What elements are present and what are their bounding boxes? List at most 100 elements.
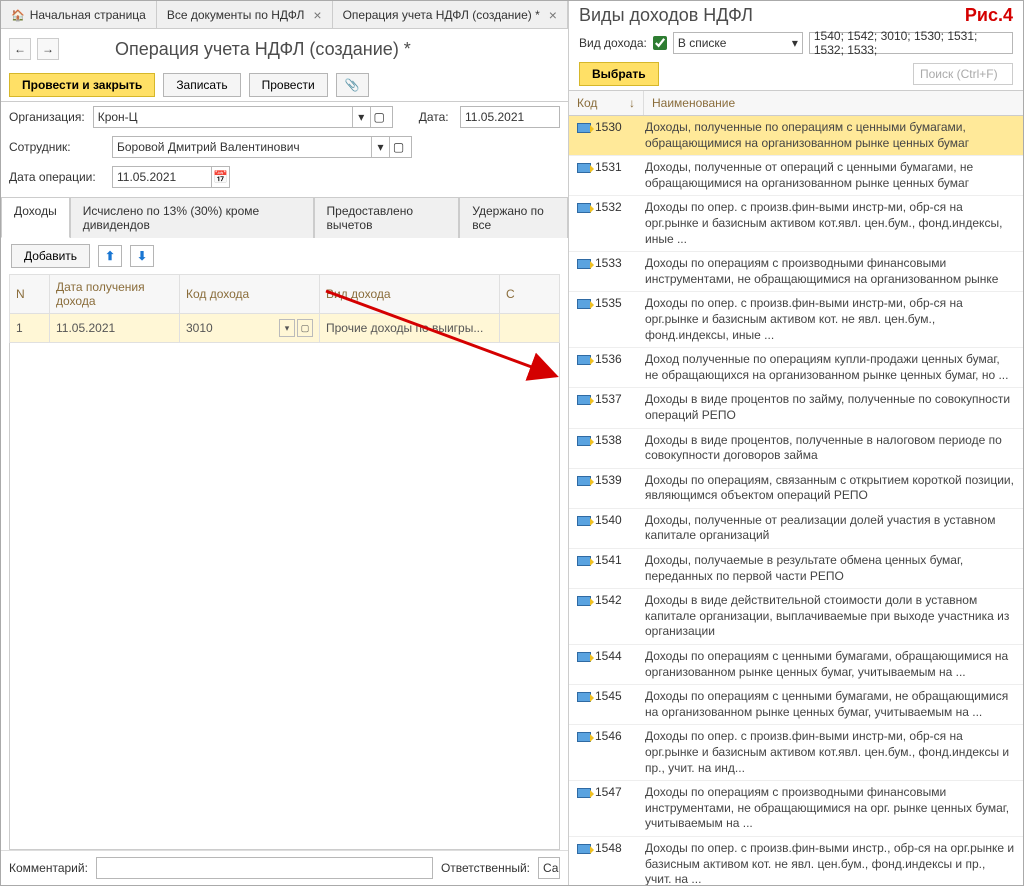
list-item[interactable]: 1532Доходы по опер. с произв.фин-выми ин…	[569, 196, 1023, 252]
income-table: N Дата получения дохода Код дохода Вид д…	[9, 274, 560, 343]
col-kind[interactable]: Вид дохода	[320, 275, 500, 314]
top-tabs: Начальная страница Все документы по НДФЛ…	[1, 1, 568, 29]
tag-icon	[577, 299, 591, 309]
item-name: Доходы в виде процентов, полученные в на…	[645, 433, 1015, 464]
code-value: 3010	[186, 321, 277, 335]
comment-label: Комментарий:	[9, 861, 88, 875]
col-sum[interactable]: С	[500, 275, 560, 314]
nav-forward-button[interactable]: →	[37, 38, 59, 60]
tag-icon	[577, 395, 591, 405]
org-input[interactable]: Крон-Ц ▾ ▢	[93, 106, 393, 128]
tag-icon	[577, 732, 591, 742]
save-button[interactable]: Записать	[163, 73, 240, 97]
cell-n[interactable]: 1	[10, 314, 50, 343]
responsible-input[interactable]: Са	[538, 857, 560, 879]
cell-sum[interactable]	[500, 314, 560, 343]
org-value: Крон-Ц	[98, 110, 352, 124]
cell-date[interactable]: 11.05.2021	[50, 314, 180, 343]
arrow-up-icon: ⬆	[105, 249, 115, 263]
item-code: 1541	[577, 553, 637, 584]
list-item[interactable]: 1540Доходы, полученные от реализации дол…	[569, 509, 1023, 549]
chevron-down-icon[interactable]: ▾	[352, 107, 370, 127]
tab-operation[interactable]: Операция учета НДФЛ (создание) * ×	[333, 1, 568, 28]
tab-docs-label: Все документы по НДФЛ	[167, 8, 305, 22]
filter-mode-select[interactable]: В списке ▾	[673, 32, 803, 54]
col-code[interactable]: Код дохода	[180, 275, 320, 314]
list-item[interactable]: 1545 Доходы по операциям с ценными бумага…	[569, 685, 1023, 725]
item-code: 1542	[577, 593, 637, 640]
popup-title: Виды доходов НДФЛ	[569, 1, 1023, 28]
opdate-input[interactable]: 11.05.2021	[112, 166, 212, 188]
item-name: Доходы, полученные по операциям с ценным…	[645, 120, 1015, 151]
nav-back-button[interactable]: ←	[9, 38, 31, 60]
list-item[interactable]: 1530Доходы, полученные по операциям с це…	[569, 116, 1023, 156]
tab-home[interactable]: Начальная страница	[1, 1, 157, 28]
list-item[interactable]: 1541Доходы, получаемые в результате обме…	[569, 549, 1023, 589]
tab-income[interactable]: Доходы	[1, 197, 70, 238]
open-ref-icon[interactable]: ▢	[297, 319, 313, 337]
close-icon[interactable]: ×	[549, 7, 557, 23]
move-up-button[interactable]: ⬆	[98, 245, 122, 267]
open-icon[interactable]: ▢	[370, 107, 388, 127]
list-item[interactable]: 1538 Доходы в виде процентов, полученные …	[569, 429, 1023, 469]
tab-all-docs[interactable]: Все документы по НДФЛ ×	[157, 1, 333, 28]
filter-label: Вид дохода:	[579, 36, 647, 50]
item-name: Доходы по операциям с ценными бумагами, …	[645, 689, 1015, 720]
col-header-code[interactable]: Код ↓	[569, 91, 644, 115]
tab-op-label: Операция учета НДФЛ (создание) *	[343, 8, 540, 22]
list-item[interactable]: 1542Доходы в виде действительной стоимос…	[569, 589, 1023, 645]
item-name: Доходы по опер. с произв.фин-выми инстр.…	[645, 841, 1015, 885]
cell-code[interactable]: 3010 ▾ ▢	[180, 314, 320, 343]
list-item[interactable]: 1531Доходы, полученные от операций с цен…	[569, 156, 1023, 196]
filter-codes-input[interactable]: 1540; 1542; 3010; 1530; 1531; 1532; 1533…	[809, 32, 1013, 54]
add-row-button[interactable]: Добавить	[11, 244, 90, 268]
select-button[interactable]: Выбрать	[579, 62, 659, 86]
item-code: 1536	[577, 352, 637, 383]
responsible-label: Ответственный:	[441, 861, 530, 875]
tag-icon	[577, 596, 591, 606]
opdate-value: 11.05.2021	[117, 170, 176, 184]
tag-icon	[577, 163, 591, 173]
chevron-down-icon[interactable]: ▾	[371, 137, 389, 157]
tab-deduct[interactable]: Предоставлено вычетов	[314, 197, 460, 238]
filter-checkbox[interactable]	[653, 36, 667, 50]
item-code: 1538	[577, 433, 637, 464]
col-header-name[interactable]: Наименование	[644, 91, 1023, 115]
list-item[interactable]: 1546Доходы по опер. с произв.фин-выми ин…	[569, 725, 1023, 781]
item-code: 1547	[577, 785, 637, 832]
col-date[interactable]: Дата получения дохода	[50, 275, 180, 314]
chevron-down-icon[interactable]: ▾	[279, 319, 295, 337]
list-item[interactable]: 1537Доходы в виде процентов по займу, по…	[569, 388, 1023, 428]
item-name: Доходы в виде процентов по займу, получе…	[645, 392, 1015, 423]
post-button[interactable]: Провести	[249, 73, 328, 97]
list-item[interactable]: 1536 Доход полученные по операциям купли-…	[569, 348, 1023, 388]
col-n[interactable]: N	[10, 275, 50, 314]
tag-icon	[577, 652, 591, 662]
item-code: 1548	[577, 841, 637, 885]
attach-button[interactable]	[336, 73, 369, 97]
item-code: 1545	[577, 689, 637, 720]
arrow-down-icon: ⬇	[137, 249, 147, 263]
item-name: Доход полученные по операциям купли-прод…	[645, 352, 1015, 383]
tab-withheld[interactable]: Удержано по все	[459, 197, 568, 238]
grid-empty-area	[9, 343, 560, 850]
list-item[interactable]: 1535Доходы по опер. с произв.фин-выми ин…	[569, 292, 1023, 348]
post-close-button[interactable]: Провести и закрыть	[9, 73, 155, 97]
date-label: Дата:	[419, 110, 452, 124]
move-down-button[interactable]: ⬇	[130, 245, 154, 267]
list-item[interactable]: 1533Доходы по операциям с производными ф…	[569, 252, 1023, 292]
open-icon[interactable]: ▢	[389, 137, 407, 157]
list-item[interactable]: 1547Доходы по операциям с производными ф…	[569, 781, 1023, 837]
tab-calc[interactable]: Исчислено по 13% (30%) кроме дивидендов	[70, 197, 314, 238]
list-item[interactable]: 1544Доходы по операциям с ценными бумага…	[569, 645, 1023, 685]
date-input[interactable]: 11.05.2021	[460, 106, 560, 128]
calendar-icon[interactable]: 📅	[212, 166, 230, 188]
cell-kind: Прочие доходы по выигры...	[320, 314, 500, 343]
list-item[interactable]: 1548Доходы по опер. с произв.фин-выми ин…	[569, 837, 1023, 885]
tag-icon	[577, 123, 591, 133]
list-item[interactable]: 1539Доходы по операциям, связанным с отк…	[569, 469, 1023, 509]
emp-input[interactable]: Боровой Дмитрий Валентинович ▾ ▢	[112, 136, 412, 158]
comment-input[interactable]	[96, 857, 433, 879]
search-input[interactable]: Поиск (Ctrl+F)	[913, 63, 1013, 85]
close-icon[interactable]: ×	[313, 7, 321, 23]
